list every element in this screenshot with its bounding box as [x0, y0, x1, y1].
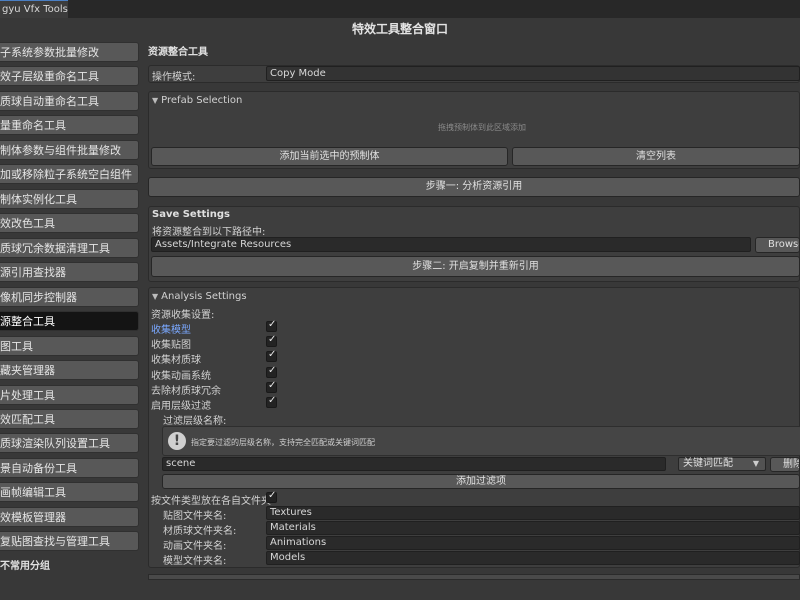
- clear-list-button[interactable]: 清空列表: [512, 147, 800, 166]
- sidebar-item[interactable]: 景自动备份工具: [0, 458, 139, 478]
- step2-copy-button[interactable]: 步骤二: 开启复制并重新引用: [151, 256, 800, 277]
- add-selected-prefab-button[interactable]: 添加当前选中的预制体: [151, 147, 508, 166]
- sidebar-item[interactable]: 子系统参数批量修改: [0, 42, 139, 62]
- collect-animations-checkbox[interactable]: [266, 365, 277, 378]
- analysis-settings-foldout[interactable]: ▼ Analysis Settings: [152, 291, 247, 302]
- sidebar-item[interactable]: 图工具: [0, 336, 139, 356]
- collapsed-section-strip[interactable]: [148, 574, 800, 580]
- sidebar-item[interactable]: 效子层级重命名工具: [0, 66, 139, 86]
- option-label: 收集动画系统: [151, 371, 211, 382]
- sidebar-item[interactable]: 像机同步控制器: [0, 287, 139, 307]
- browse-button[interactable]: Browse: [755, 237, 800, 253]
- sidebar-item[interactable]: 质球冗余数据清理工具: [0, 238, 139, 258]
- prefab-selection-foldout[interactable]: ▼ Prefab Selection: [152, 95, 242, 106]
- dropdown-arrow-icon: ▼: [752, 459, 759, 468]
- match-mode-value: 关键词匹配: [683, 458, 733, 469]
- sidebar-item[interactable]: 制体参数与组件批量修改: [0, 140, 139, 160]
- collect-models-checkbox[interactable]: [266, 319, 277, 332]
- option-label: 收集模型: [151, 325, 191, 336]
- section-title: 资源整合工具: [148, 47, 208, 58]
- per-type-folder-checkbox[interactable]: [266, 490, 277, 503]
- editor-tab-bar: gyu Vfx Tools: [0, 0, 800, 18]
- window-title: 特效工具整合窗口: [351, 22, 448, 36]
- mode-dropdown[interactable]: Copy Mode: [266, 66, 800, 81]
- filter-help-text: 指定要过滤的层级名称，支持完全匹配或关键词匹配: [191, 438, 375, 447]
- sidebar-item[interactable]: 质球自动重命名工具: [0, 91, 139, 111]
- folder-label: 材质球文件夹名:: [163, 526, 237, 537]
- texture-folder-input[interactable]: Textures: [266, 506, 800, 520]
- sidebar-item[interactable]: 藏夹管理器: [0, 360, 139, 380]
- window-tab[interactable]: gyu Vfx Tools: [0, 0, 68, 18]
- collect-textures-checkbox[interactable]: [266, 334, 277, 347]
- sidebar-item[interactable]: 源引用查找器: [0, 262, 139, 282]
- enable-hierarchy-filter-checkbox[interactable]: [266, 395, 277, 408]
- folder-label: 模型文件夹名:: [163, 556, 227, 567]
- collect-settings-label: 资源收集设置:: [151, 310, 215, 321]
- filter-help-box: ! 指定要过滤的层级名称，支持完全匹配或关键词匹配: [162, 426, 800, 456]
- prefab-selection-title: Prefab Selection: [161, 95, 243, 106]
- sidebar-item-active[interactable]: 源整合工具: [0, 311, 139, 331]
- filter-names-label: 过滤层级名称:: [163, 416, 227, 427]
- foldout-arrow-icon: ▼: [152, 292, 159, 301]
- sidebar-item[interactable]: 画帧编辑工具: [0, 482, 139, 502]
- option-label: 收集材质球: [151, 355, 201, 366]
- sidebar-group-footer[interactable]: 不常用分组: [0, 557, 50, 572]
- match-mode-dropdown[interactable]: 关键词匹配 ▼: [678, 457, 766, 471]
- sidebar-item[interactable]: 效改色工具: [0, 213, 139, 233]
- sidebar-item[interactable]: 复贴图查找与管理工具: [0, 531, 139, 551]
- material-folder-input[interactable]: Materials: [266, 521, 800, 535]
- info-icon: !: [168, 432, 186, 450]
- remove-material-redundancy-checkbox[interactable]: [266, 380, 277, 393]
- sidebar-item[interactable]: 制体实例化工具: [0, 189, 139, 209]
- prefab-drop-zone[interactable]: 拖拽预制体到此区域添加: [438, 122, 526, 133]
- sidebar-item[interactable]: 效匹配工具: [0, 409, 139, 429]
- folder-label: 动画文件夹名:: [163, 541, 227, 552]
- path-label: 将资源整合到以下路径中:: [152, 227, 266, 238]
- foldout-arrow-icon: ▼: [152, 96, 159, 105]
- sidebar-item[interactable]: 质球渲染队列设置工具: [0, 433, 139, 453]
- filter-name-input[interactable]: scene: [162, 457, 666, 471]
- mode-label: 操作模式:: [152, 72, 196, 83]
- per-type-folder-label: 按文件类型放在各自文件夹: [151, 496, 271, 507]
- analysis-settings-title: Analysis Settings: [161, 291, 247, 302]
- path-input[interactable]: Assets/Integrate Resources: [151, 237, 751, 252]
- sidebar-item[interactable]: 量重命名工具: [0, 115, 139, 135]
- option-label: 去除材质球冗余: [151, 386, 221, 397]
- option-label: 启用层级过滤: [151, 401, 211, 412]
- step1-analyze-button[interactable]: 步骤一: 分析资源引用: [148, 177, 800, 197]
- folder-label: 贴图文件夹名:: [163, 511, 227, 522]
- model-folder-input[interactable]: Models: [266, 551, 800, 565]
- delete-filter-button[interactable]: 删除: [770, 457, 800, 472]
- sidebar-item[interactable]: 效模板管理器: [0, 507, 139, 527]
- collect-materials-checkbox[interactable]: [266, 349, 277, 362]
- add-filter-button[interactable]: 添加过滤项: [162, 474, 800, 489]
- option-label: 收集贴图: [151, 340, 191, 351]
- sidebar-item[interactable]: 片处理工具: [0, 385, 139, 405]
- sidebar-item[interactable]: 加或移除粒子系统空白组件: [0, 164, 139, 184]
- save-settings-title: Save Settings: [152, 209, 230, 220]
- animation-folder-input[interactable]: Animations: [266, 536, 800, 550]
